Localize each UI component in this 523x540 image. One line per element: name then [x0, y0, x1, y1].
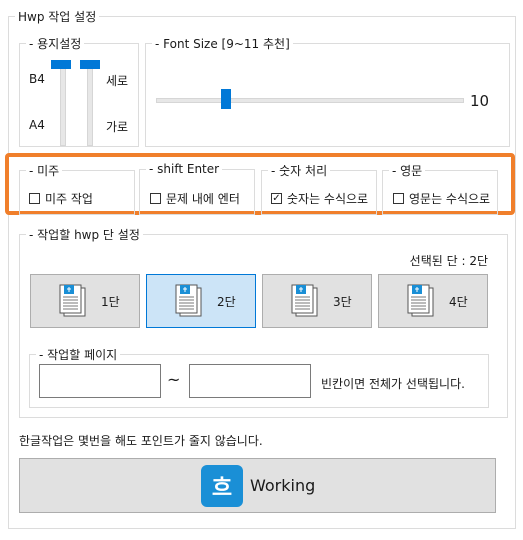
column-button-label: 3단 — [333, 294, 352, 309]
shift-enter-checkbox-label: 문제 내에 엔터 — [166, 192, 240, 206]
column-button-4[interactable]: 4단 — [378, 274, 488, 328]
shift-enter-checkbox-box[interactable] — [150, 193, 161, 204]
paper-size-slider-thumb[interactable] — [51, 60, 71, 69]
paper-label-b4: B4 — [29, 72, 45, 86]
endnote-checkbox-box[interactable] — [29, 193, 40, 204]
column-button-1[interactable]: 1단 — [30, 274, 140, 328]
pages-hint-text: 빈칸이면 전체가 선택됩니다. — [321, 377, 465, 391]
document-icon — [289, 284, 319, 318]
font-size-group: - Font Size [9~11 추천] — [145, 35, 510, 147]
paper-label-a4: A4 — [29, 118, 45, 132]
main-settings-title: Hwp 작업 설정 — [18, 10, 97, 24]
start-page-input[interactable] — [39, 364, 161, 398]
endnote-checkbox[interactable]: 미주 작업 — [29, 190, 93, 207]
number-formula-checkbox-label: 숫자는 수식으로 — [287, 192, 369, 206]
font-size-value: 10 — [470, 92, 490, 110]
font-size-title: - Font Size [9~11 추천] — [155, 37, 290, 51]
document-icon — [57, 284, 87, 318]
number-formula-checkbox[interactable]: ✓ 숫자는 수식으로 — [271, 190, 368, 207]
hangul-logo-icon: 흐 — [201, 465, 243, 507]
orientation-slider-thumb[interactable] — [80, 60, 100, 69]
option-title-shift-enter: - shift Enter — [149, 162, 220, 176]
option-group-english: - 영문 — [382, 162, 498, 215]
column-button-2[interactable]: 2단 — [146, 274, 256, 328]
column-button-label: 1단 — [101, 294, 120, 309]
columns-title: - 작업할 hwp 단 설정 — [29, 228, 140, 242]
option-group-number: - 숫자 처리 — [261, 162, 377, 215]
end-page-input[interactable] — [189, 364, 311, 398]
notice-text: 한글작업은 몇번을 해도 포인트가 줄지 않습니다. — [19, 434, 263, 448]
option-title-endnote: - 미주 — [29, 164, 60, 178]
option-group-endnote: - 미주 — [19, 162, 135, 215]
orientation-label-vertical: 세로 — [106, 74, 129, 88]
working-button-label: Working — [250, 476, 316, 495]
font-size-slider-track — [156, 98, 464, 103]
paper-settings-title: - 용지설정 — [29, 37, 82, 51]
column-button-3[interactable]: 3단 — [262, 274, 372, 328]
paper-size-slider-track — [60, 66, 66, 146]
english-formula-checkbox[interactable]: 영문는 수식으로 — [393, 190, 490, 207]
option-title-number: - 숫자 처리 — [271, 164, 328, 178]
option-group-shift-enter: - shift Enter — [139, 162, 255, 215]
option-title-english: - 영문 — [392, 164, 423, 178]
pages-title: - 작업할 페이지 — [39, 348, 118, 362]
document-icon — [405, 284, 435, 318]
orientation-label-horizontal: 가로 — [106, 120, 129, 134]
working-button[interactable]: 흐 Working — [19, 458, 496, 513]
column-button-label: 2단 — [217, 294, 236, 309]
page-range-separator: ~ — [167, 370, 181, 389]
selected-columns-text: 선택된 단 : 2단 — [409, 254, 488, 268]
english-formula-checkbox-label: 영문는 수식으로 — [409, 192, 491, 206]
shift-enter-checkbox[interactable]: 문제 내에 엔터 — [150, 190, 240, 207]
english-formula-checkbox-box[interactable] — [393, 193, 404, 204]
column-button-label: 4단 — [449, 294, 468, 309]
document-icon — [173, 284, 203, 318]
font-size-slider-thumb[interactable] — [221, 89, 231, 109]
orientation-slider-track — [87, 66, 93, 146]
number-formula-checkbox-box[interactable]: ✓ — [271, 193, 282, 204]
endnote-checkbox-label: 미주 작업 — [45, 192, 93, 206]
